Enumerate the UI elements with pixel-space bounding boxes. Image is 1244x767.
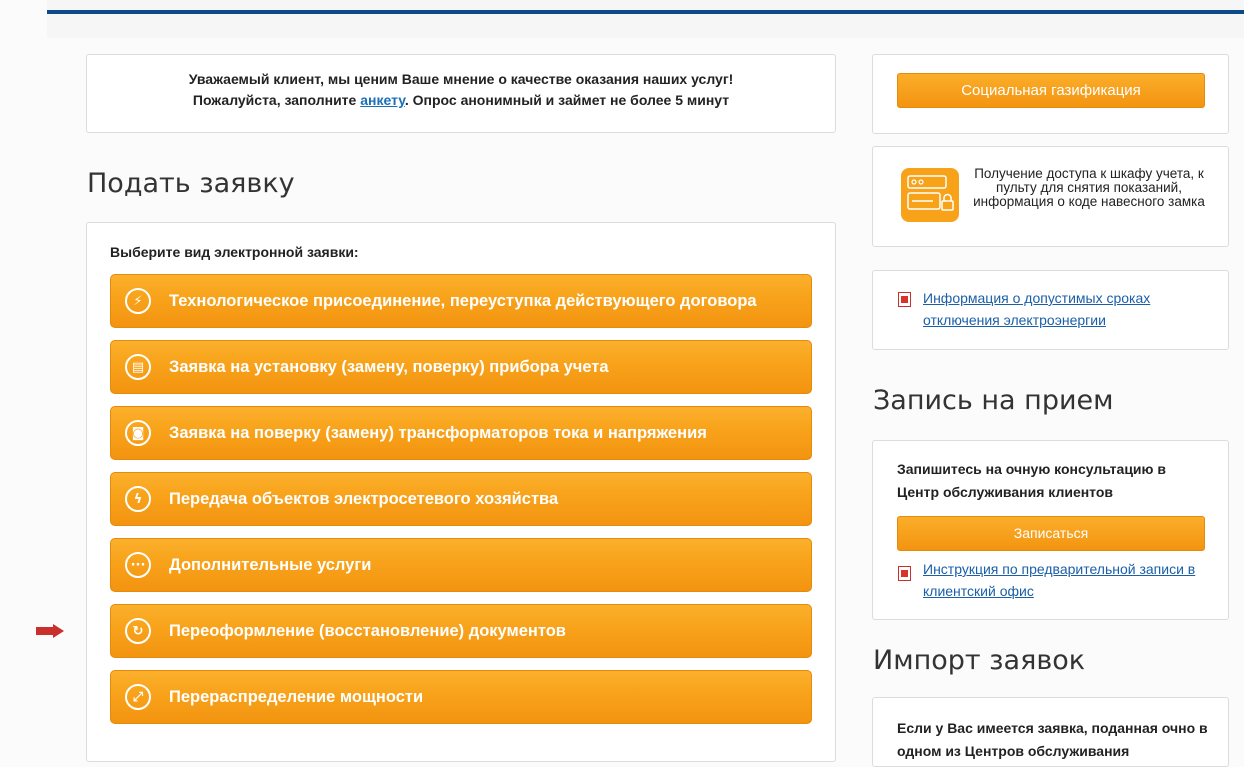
- redistribute-icon: ⤢: [125, 684, 151, 710]
- appointment-button[interactable]: Записаться: [897, 516, 1205, 551]
- more-icon: ···: [125, 552, 151, 578]
- transfer-icon: ϟ: [125, 486, 151, 512]
- app-button-documents[interactable]: ↻ Переоформление (восстановление) докуме…: [110, 604, 812, 658]
- arrow-right-icon: [36, 624, 64, 638]
- meter-icon: ▤: [125, 354, 151, 380]
- application-prompt: Выберите вид электронной заявки:: [110, 244, 359, 260]
- appointment-title: Запись на прием: [873, 385, 1114, 416]
- import-text: Если у Вас имеется заявка, поданная очно…: [897, 720, 1208, 759]
- cabinet-icon: [901, 168, 959, 222]
- header-bar: [47, 0, 1244, 38]
- social-gas-button[interactable]: Социальная газификация: [897, 73, 1205, 108]
- page-title: Подать заявку: [87, 168, 295, 199]
- appointment-panel: Запишитесь на очную консультацию в Центр…: [872, 440, 1229, 620]
- survey-text: Уважаемый клиент, мы ценим Ваше мнение о…: [188, 71, 734, 87]
- appointment-instruction-link[interactable]: Инструкция по предварительной записи в к…: [923, 558, 1203, 602]
- app-button-meter[interactable]: ▤ Заявка на установку (замену, поверку) …: [110, 340, 812, 394]
- app-button-transfer[interactable]: ϟ Передача объектов электросетевого хозя…: [110, 472, 812, 526]
- pdf-icon: [898, 566, 911, 581]
- survey-text-2: Пожалуйста, заполните анкету. Опрос анон…: [192, 92, 730, 108]
- app-button-additional[interactable]: ··· Дополнительные услуги: [110, 538, 812, 592]
- meter-access-text: Получение доступа к шкафу учета, к пульт…: [973, 166, 1205, 209]
- outage-info-panel: Информация о допустимых сроках отключени…: [872, 270, 1229, 350]
- application-panel: Выберите вид электронной заявки: ⚡ Техно…: [86, 222, 836, 762]
- lightning-icon: ⚡: [125, 288, 151, 314]
- transformer-icon: ◙: [125, 420, 151, 446]
- social-gas-panel: Социальная газификация: [872, 54, 1229, 134]
- app-button-transformer[interactable]: ◙ Заявка на поверку (замену) трансформат…: [110, 406, 812, 460]
- appointment-text: Запишитесь на очную консультацию в Центр…: [897, 461, 1166, 500]
- outage-info-link[interactable]: Информация о допустимых сроках отключени…: [923, 287, 1213, 331]
- meter-access-panel[interactable]: Получение доступа к шкафу учета, к пульт…: [872, 146, 1229, 247]
- refresh-icon: ↻: [125, 618, 151, 644]
- app-button-redistribution[interactable]: ⤢ Перераспределение мощности: [110, 670, 812, 724]
- survey-link[interactable]: анкету: [360, 92, 405, 108]
- app-button-tech-connection[interactable]: ⚡ Технологическое присоединение, переуст…: [110, 274, 812, 328]
- import-panel: Если у Вас имеется заявка, поданная очно…: [872, 697, 1229, 767]
- import-title: Импорт заявок: [873, 645, 1086, 676]
- pdf-icon: [898, 292, 911, 307]
- survey-banner: Уважаемый клиент, мы ценим Ваше мнение о…: [86, 54, 836, 133]
